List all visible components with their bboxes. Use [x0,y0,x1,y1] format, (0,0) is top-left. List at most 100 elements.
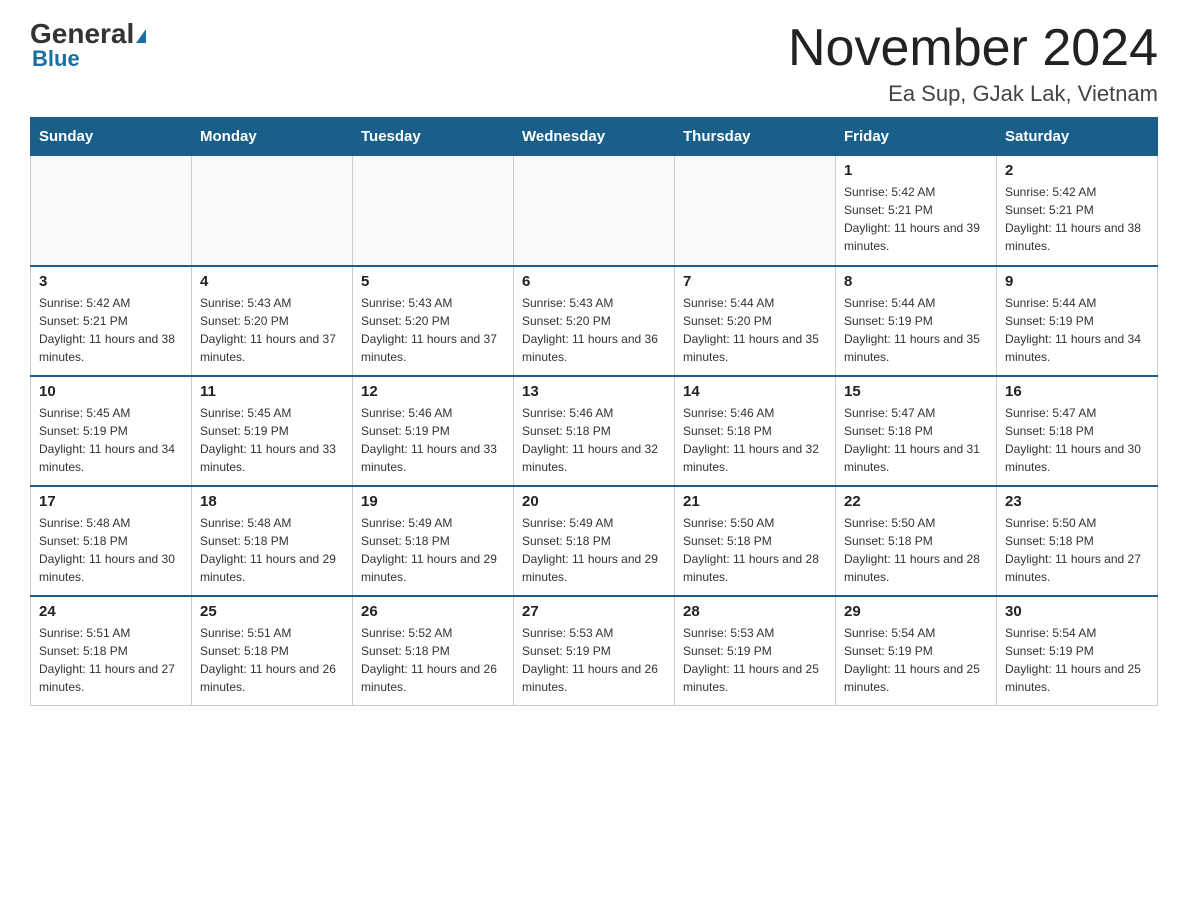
weekday-header-sunday: Sunday [31,118,192,156]
day-number: 13 [522,383,666,400]
calendar-cell: 19Sunrise: 5:49 AMSunset: 5:18 PMDayligh… [353,486,514,596]
weekday-header-wednesday: Wednesday [514,118,675,156]
day-number: 18 [200,493,344,510]
day-info: Sunrise: 5:44 AMSunset: 5:20 PMDaylight:… [683,294,827,366]
day-info: Sunrise: 5:43 AMSunset: 5:20 PMDaylight:… [361,294,505,366]
calendar-cell: 4Sunrise: 5:43 AMSunset: 5:20 PMDaylight… [192,266,353,376]
day-number: 29 [844,603,988,620]
day-info: Sunrise: 5:42 AMSunset: 5:21 PMDaylight:… [844,183,988,255]
day-info: Sunrise: 5:53 AMSunset: 5:19 PMDaylight:… [683,624,827,696]
day-info: Sunrise: 5:51 AMSunset: 5:18 PMDaylight:… [39,624,183,696]
calendar-cell [353,156,514,266]
day-info: Sunrise: 5:46 AMSunset: 5:18 PMDaylight:… [683,404,827,476]
day-info: Sunrise: 5:42 AMSunset: 5:21 PMDaylight:… [39,294,183,366]
day-info: Sunrise: 5:54 AMSunset: 5:19 PMDaylight:… [1005,624,1149,696]
calendar-table: SundayMondayTuesdayWednesdayThursdayFrid… [30,117,1158,706]
calendar-cell: 6 Sunrise: 5:43 AMSunset: 5:20 PMDaylight… [514,266,675,376]
calendar-cell: 26 Sunrise: 5:52 AMSunset: 5:18 PMDayligh… [353,596,514,706]
calendar-week-row: 3 Sunrise: 5:42 AMSunset: 5:21 PMDaylight… [31,266,1158,376]
calendar-cell: 12Sunrise: 5:46 AMSunset: 5:19 PMDayligh… [353,376,514,486]
calendar-cell: 5 Sunrise: 5:43 AMSunset: 5:20 PMDaylight… [353,266,514,376]
day-number: 26 [361,603,505,620]
calendar-cell: 15 Sunrise: 5:47 AMSunset: 5:18 PMDayligh… [836,376,997,486]
day-number: 8 [844,273,988,290]
day-number: 12 [361,383,505,400]
calendar-cell: 27 Sunrise: 5:53 AMSunset: 5:19 PMDayligh… [514,596,675,706]
day-number: 5 [361,273,505,290]
calendar-week-row: 1 Sunrise: 5:42 AMSunset: 5:21 PMDaylight… [31,156,1158,266]
day-info: Sunrise: 5:52 AMSunset: 5:18 PMDaylight:… [361,624,505,696]
calendar-cell: 24Sunrise: 5:51 AMSunset: 5:18 PMDayligh… [31,596,192,706]
day-number: 21 [683,493,827,510]
calendar-cell: 23 Sunrise: 5:50 AMSunset: 5:18 PMDayligh… [997,486,1158,596]
day-number: 25 [200,603,344,620]
day-number: 15 [844,383,988,400]
calendar-week-row: 17Sunrise: 5:48 AMSunset: 5:18 PMDayligh… [31,486,1158,596]
calendar-cell: 3 Sunrise: 5:42 AMSunset: 5:21 PMDaylight… [31,266,192,376]
calendar-cell: 20Sunrise: 5:49 AMSunset: 5:18 PMDayligh… [514,486,675,596]
day-number: 2 [1005,162,1149,179]
weekday-header-friday: Friday [836,118,997,156]
logo: General Blue [30,20,146,72]
day-info: Sunrise: 5:43 AMSunset: 5:20 PMDaylight:… [522,294,666,366]
calendar-cell: 7 Sunrise: 5:44 AMSunset: 5:20 PMDaylight… [675,266,836,376]
weekday-header-tuesday: Tuesday [353,118,514,156]
day-number: 1 [844,162,988,179]
calendar-cell: 2 Sunrise: 5:42 AMSunset: 5:21 PMDaylight… [997,156,1158,266]
day-info: Sunrise: 5:53 AMSunset: 5:19 PMDaylight:… [522,624,666,696]
day-info: Sunrise: 5:48 AMSunset: 5:18 PMDaylight:… [200,514,344,586]
weekday-header-saturday: Saturday [997,118,1158,156]
logo-triangle-icon [136,29,146,43]
calendar-cell [514,156,675,266]
calendar-cell: 18 Sunrise: 5:48 AMSunset: 5:18 PMDayligh… [192,486,353,596]
calendar-week-row: 24Sunrise: 5:51 AMSunset: 5:18 PMDayligh… [31,596,1158,706]
day-number: 22 [844,493,988,510]
day-info: Sunrise: 5:50 AMSunset: 5:18 PMDaylight:… [1005,514,1149,586]
day-number: 14 [683,383,827,400]
day-info: Sunrise: 5:46 AMSunset: 5:18 PMDaylight:… [522,404,666,476]
day-number: 28 [683,603,827,620]
weekday-header-thursday: Thursday [675,118,836,156]
day-number: 7 [683,273,827,290]
day-number: 23 [1005,493,1149,510]
calendar-cell [675,156,836,266]
logo-text: General [30,20,146,48]
day-info: Sunrise: 5:45 AMSunset: 5:19 PMDaylight:… [200,404,344,476]
day-info: Sunrise: 5:50 AMSunset: 5:18 PMDaylight:… [844,514,988,586]
calendar-cell: 13 Sunrise: 5:46 AMSunset: 5:18 PMDayligh… [514,376,675,486]
day-info: Sunrise: 5:48 AMSunset: 5:18 PMDaylight:… [39,514,183,586]
calendar-cell: 29 Sunrise: 5:54 AMSunset: 5:19 PMDayligh… [836,596,997,706]
page-header: General Blue November 2024 Ea Sup, GJak … [30,20,1158,107]
calendar-cell: 16Sunrise: 5:47 AMSunset: 5:18 PMDayligh… [997,376,1158,486]
day-number: 30 [1005,603,1149,620]
day-number: 9 [1005,273,1149,290]
calendar-cell: 11 Sunrise: 5:45 AMSunset: 5:19 PMDayligh… [192,376,353,486]
calendar-cell: 14 Sunrise: 5:46 AMSunset: 5:18 PMDayligh… [675,376,836,486]
calendar-cell [31,156,192,266]
calendar-cell: 17Sunrise: 5:48 AMSunset: 5:18 PMDayligh… [31,486,192,596]
day-number: 27 [522,603,666,620]
day-info: Sunrise: 5:54 AMSunset: 5:19 PMDaylight:… [844,624,988,696]
day-info: Sunrise: 5:49 AMSunset: 5:18 PMDaylight:… [361,514,505,586]
day-number: 10 [39,383,183,400]
day-number: 16 [1005,383,1149,400]
day-number: 4 [200,273,344,290]
day-number: 11 [200,383,344,400]
logo-blue-text: Blue [32,46,80,72]
day-info: Sunrise: 5:50 AMSunset: 5:18 PMDaylight:… [683,514,827,586]
day-info: Sunrise: 5:42 AMSunset: 5:21 PMDaylight:… [1005,183,1149,255]
day-info: Sunrise: 5:44 AMSunset: 5:19 PMDaylight:… [844,294,988,366]
day-number: 20 [522,493,666,510]
calendar-cell [192,156,353,266]
title-area: November 2024 Ea Sup, GJak Lak, Vietnam [788,20,1158,107]
calendar-cell: 9Sunrise: 5:44 AMSunset: 5:19 PMDaylight… [997,266,1158,376]
calendar-cell: 21 Sunrise: 5:50 AMSunset: 5:18 PMDayligh… [675,486,836,596]
calendar-cell: 8 Sunrise: 5:44 AMSunset: 5:19 PMDaylight… [836,266,997,376]
calendar-cell: 1 Sunrise: 5:42 AMSunset: 5:21 PMDaylight… [836,156,997,266]
calendar-cell: 22 Sunrise: 5:50 AMSunset: 5:18 PMDayligh… [836,486,997,596]
day-number: 3 [39,273,183,290]
calendar-week-row: 10 Sunrise: 5:45 AMSunset: 5:19 PMDayligh… [31,376,1158,486]
day-number: 6 [522,273,666,290]
calendar-cell: 10Sunrise: 5:45 AMSunset: 5:19 PMDayligh… [31,376,192,486]
day-info: Sunrise: 5:47 AMSunset: 5:18 PMDaylight:… [844,404,988,476]
